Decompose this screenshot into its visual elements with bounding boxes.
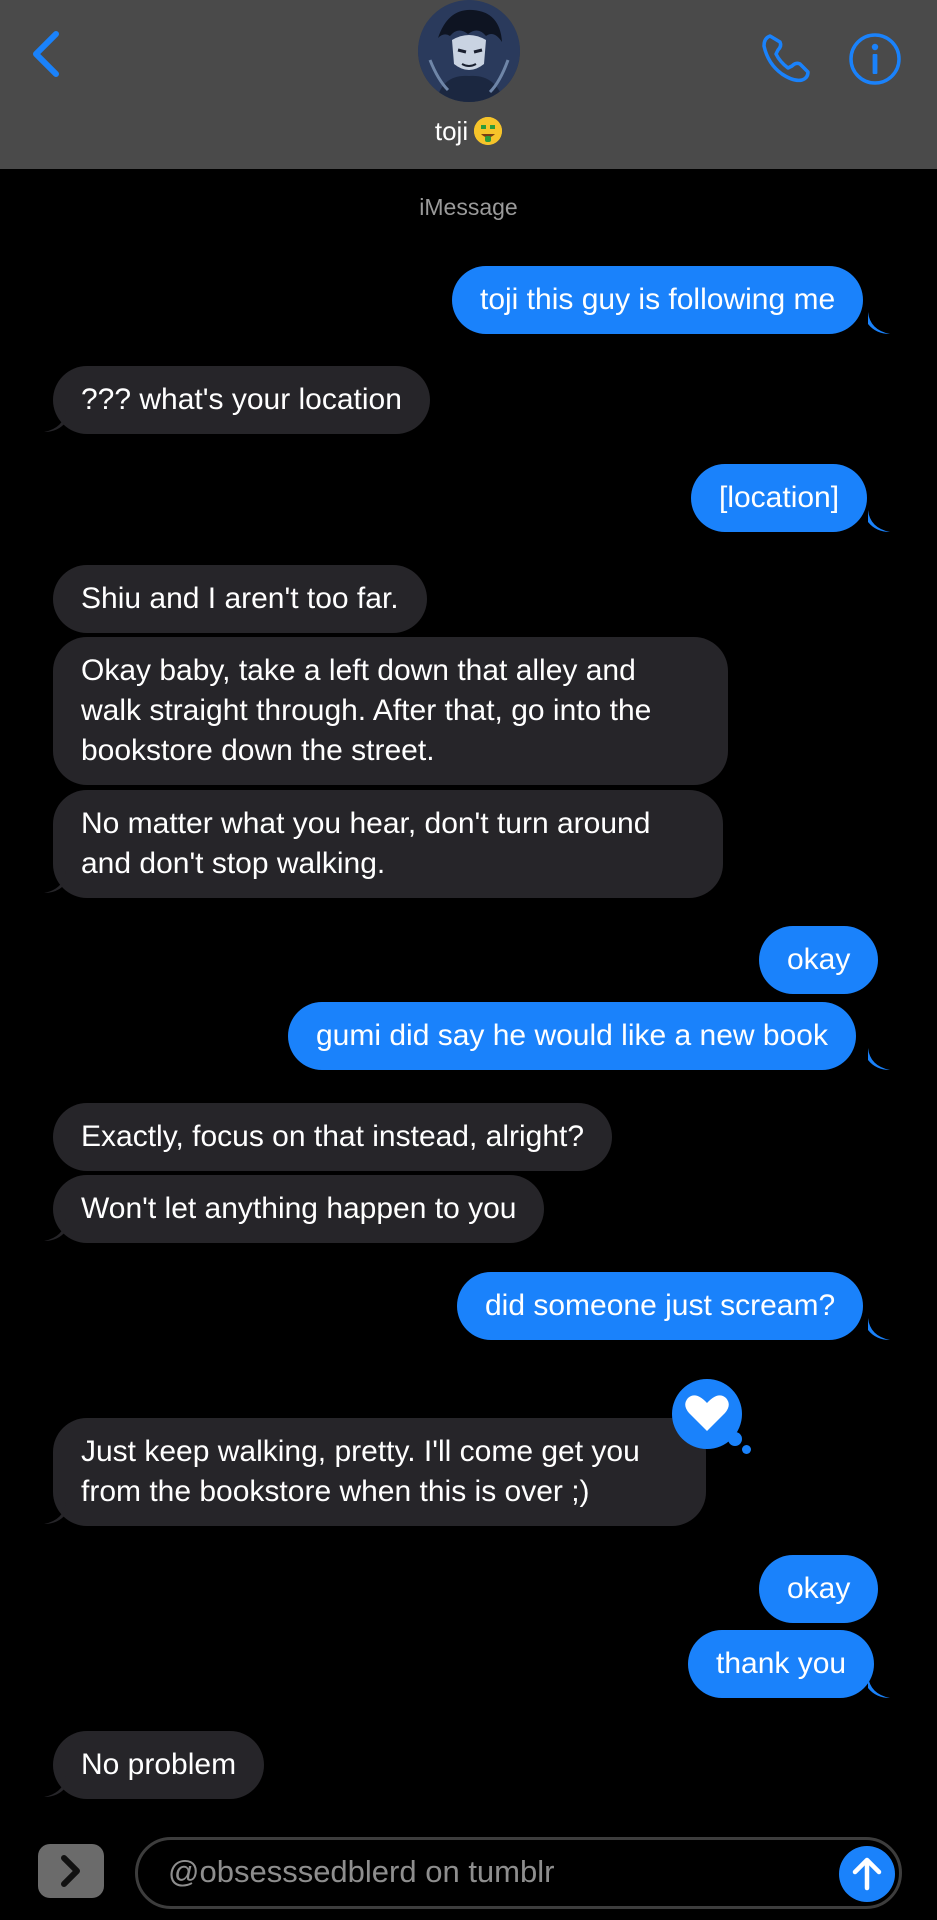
tapback-dot <box>742 1445 751 1454</box>
apps-button[interactable] <box>38 1844 104 1898</box>
contact-avatar[interactable] <box>418 0 520 102</box>
bubble-tail <box>868 1048 890 1070</box>
send-button[interactable] <box>839 1846 895 1902</box>
phone-icon <box>762 34 810 83</box>
message-bubble-outgoing[interactable]: gumi did say he would like a new book <box>288 1002 856 1070</box>
bubble-tail <box>868 1676 890 1698</box>
avatar-image <box>418 0 520 102</box>
message-bubble-incoming[interactable]: No problem <box>53 1731 265 1799</box>
contact-name-label: toji <box>434 116 469 146</box>
contact-name[interactable]: toji <box>0 116 937 147</box>
chevron-right-icon <box>61 1855 80 1887</box>
money-mouth-face-emoji <box>474 117 503 145</box>
message-bubble-outgoing[interactable]: thank you <box>688 1630 875 1698</box>
info-button[interactable] <box>848 32 902 86</box>
message-bubble-incoming[interactable]: Just keep walking, pretty. I'll come get… <box>53 1418 706 1526</box>
tapback-dot <box>728 1432 742 1446</box>
message-bubble-outgoing[interactable]: [location] <box>691 464 868 532</box>
conversation-header: toji <box>0 0 937 169</box>
message-bubble-incoming[interactable]: ??? what's your location <box>53 366 430 434</box>
service-label: iMessage <box>419 194 518 220</box>
bubble-tail <box>868 1318 890 1340</box>
info-icon <box>849 33 901 85</box>
message-bubble-incoming[interactable]: Won't let anything happen to you <box>53 1175 545 1243</box>
message-bubble-outgoing[interactable]: okay <box>759 926 879 994</box>
bubble-tail <box>44 1775 66 1797</box>
bubble-tail <box>44 410 66 432</box>
arrow-up-icon <box>852 1857 882 1891</box>
message-bubble-outgoing[interactable]: okay <box>759 1555 879 1623</box>
message-bubble-incoming[interactable]: Shiu and I aren't too far. <box>53 565 427 633</box>
bubble-tail <box>868 510 890 532</box>
call-button[interactable] <box>758 30 814 86</box>
message-bubble-incoming[interactable]: No matter what you hear, don't turn arou… <box>53 790 723 898</box>
bubble-tail <box>44 871 66 893</box>
message-bubble-outgoing[interactable]: did someone just scream? <box>457 1272 864 1340</box>
chevron-left-icon <box>33 31 59 77</box>
message-input-text[interactable]: @obsesssedblerd on tumblr <box>168 1854 554 1890</box>
message-bubble-outgoing[interactable]: toji this guy is following me <box>452 266 864 334</box>
message-bubble-incoming[interactable]: Okay baby, take a left down that alley a… <box>53 637 728 785</box>
bubble-tail <box>44 1502 66 1524</box>
back-button[interactable] <box>26 26 70 82</box>
message-bubble-incoming[interactable]: Exactly, focus on that instead, alright? <box>53 1103 613 1171</box>
bubble-tail <box>44 1219 66 1241</box>
bubble-tail <box>868 312 890 334</box>
